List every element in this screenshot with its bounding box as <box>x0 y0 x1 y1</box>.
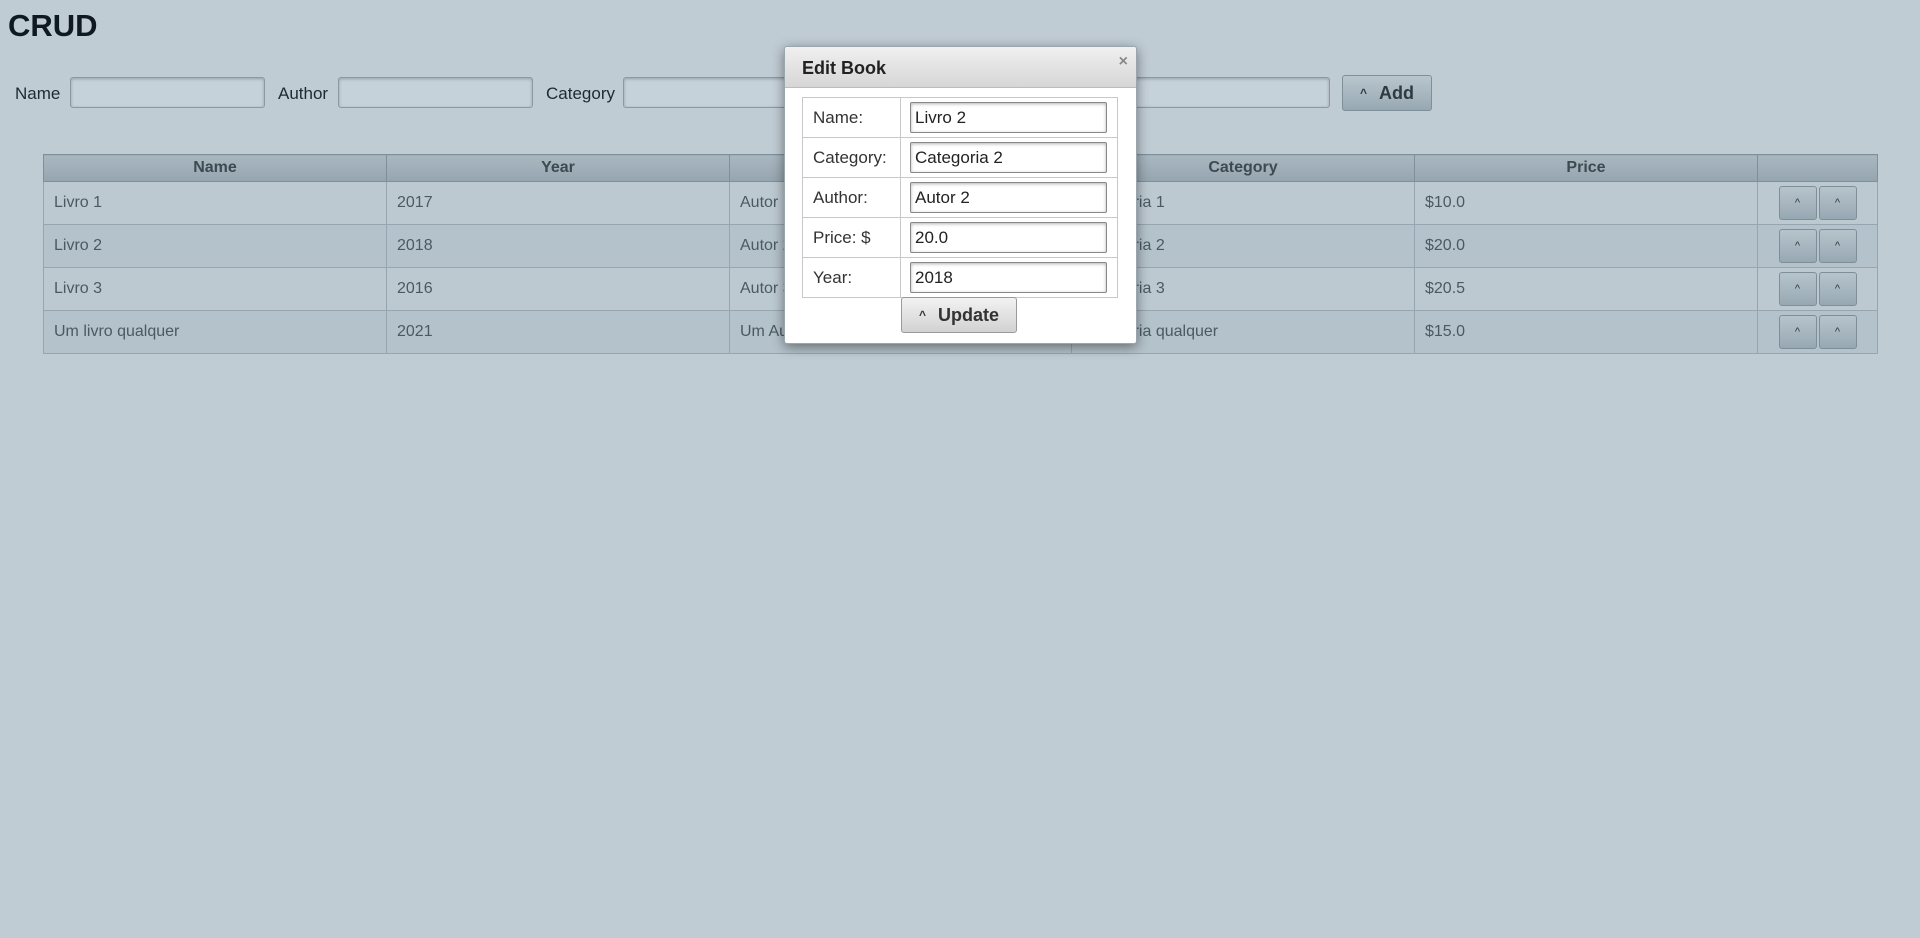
delete-button[interactable]: ^ <box>1818 315 1857 349</box>
field-cell <box>900 97 1118 138</box>
update-button[interactable]: ^ Update <box>901 297 1017 333</box>
caret-up-icon: ^ <box>1834 197 1841 209</box>
edit-button[interactable]: ^ <box>1778 272 1817 306</box>
edit-year-input[interactable] <box>910 262 1107 293</box>
column-header-actions <box>1757 154 1878 182</box>
cell-price: $10.0 <box>1414 181 1758 225</box>
caret-up-icon: ^ <box>1794 197 1801 209</box>
field-label: Author: <box>802 177 901 218</box>
field-cell <box>900 177 1118 218</box>
name-label: Name <box>15 84 61 103</box>
edit-button[interactable]: ^ <box>1778 315 1817 349</box>
caret-up-icon: ^ <box>1834 283 1841 295</box>
field-label: Name: <box>802 97 901 138</box>
form-row-author: Author: <box>802 177 1118 218</box>
column-header-price[interactable]: Price <box>1414 154 1758 182</box>
form-row-name: Name: <box>802 97 1118 138</box>
edit-button[interactable]: ^ <box>1778 229 1817 263</box>
edit-button[interactable]: ^ <box>1778 186 1817 220</box>
add-button[interactable]: ^ Add <box>1342 75 1432 111</box>
edit-name-input[interactable] <box>910 102 1107 133</box>
field-cell <box>900 137 1118 178</box>
edit-form-table: Name: Category: Author: Price: $ Year: <box>802 97 1118 298</box>
column-header-year[interactable]: Year <box>386 154 730 182</box>
page-title: CRUD <box>8 8 98 43</box>
cell-actions: ^ ^ <box>1757 224 1878 268</box>
field-cell <box>900 257 1118 298</box>
update-button-label: Update <box>938 304 1000 325</box>
cell-price: $15.0 <box>1414 310 1758 354</box>
add-button-label: Add <box>1379 82 1414 103</box>
cell-actions: ^ ^ <box>1757 267 1878 311</box>
form-row-category: Category: <box>802 137 1118 178</box>
cell-price: $20.0 <box>1414 224 1758 268</box>
cell-price: $20.5 <box>1414 267 1758 311</box>
cell-actions: ^ ^ <box>1757 181 1878 225</box>
cell-name: Livro 3 <box>43 267 387 311</box>
edit-author-input[interactable] <box>910 182 1107 213</box>
cell-actions: ^ ^ <box>1757 310 1878 354</box>
cell-year: 2018 <box>386 224 730 268</box>
edit-category-input[interactable] <box>910 142 1107 173</box>
caret-up-icon: ^ <box>1359 86 1367 100</box>
name-input[interactable] <box>70 77 265 108</box>
delete-button[interactable]: ^ <box>1818 272 1857 306</box>
cell-year: 2021 <box>386 310 730 354</box>
field-label: Year: <box>802 257 901 298</box>
caret-up-icon: ^ <box>1794 240 1801 252</box>
dialog-titlebar[interactable]: Edit Book × <box>785 47 1136 88</box>
cell-name: Livro 2 <box>43 224 387 268</box>
cell-year: 2017 <box>386 181 730 225</box>
caret-up-icon: ^ <box>1834 326 1841 338</box>
field-label: Price: $ <box>802 217 901 258</box>
close-icon[interactable]: × <box>1119 53 1128 71</box>
field-label: Category: <box>802 137 901 178</box>
delete-button[interactable]: ^ <box>1818 229 1857 263</box>
caret-up-icon: ^ <box>918 308 926 322</box>
caret-up-icon: ^ <box>1794 326 1801 338</box>
column-header-name[interactable]: Name <box>43 154 387 182</box>
delete-button[interactable]: ^ <box>1818 186 1857 220</box>
edit-book-dialog: Edit Book × Name: Category: Author: Pric… <box>784 46 1137 344</box>
form-row-price: Price: $ <box>802 217 1118 258</box>
author-label: Author <box>278 84 329 103</box>
cell-name: Livro 1 <box>43 181 387 225</box>
edit-price-input[interactable] <box>910 222 1107 253</box>
field-cell <box>900 217 1118 258</box>
dialog-title: Edit Book <box>802 58 886 78</box>
cell-year: 2016 <box>386 267 730 311</box>
author-input[interactable] <box>338 77 533 108</box>
caret-up-icon: ^ <box>1794 283 1801 295</box>
cell-name: Um livro qualquer <box>43 310 387 354</box>
form-row-year: Year: <box>802 257 1118 298</box>
caret-up-icon: ^ <box>1834 240 1841 252</box>
category-label: Category <box>546 84 615 103</box>
